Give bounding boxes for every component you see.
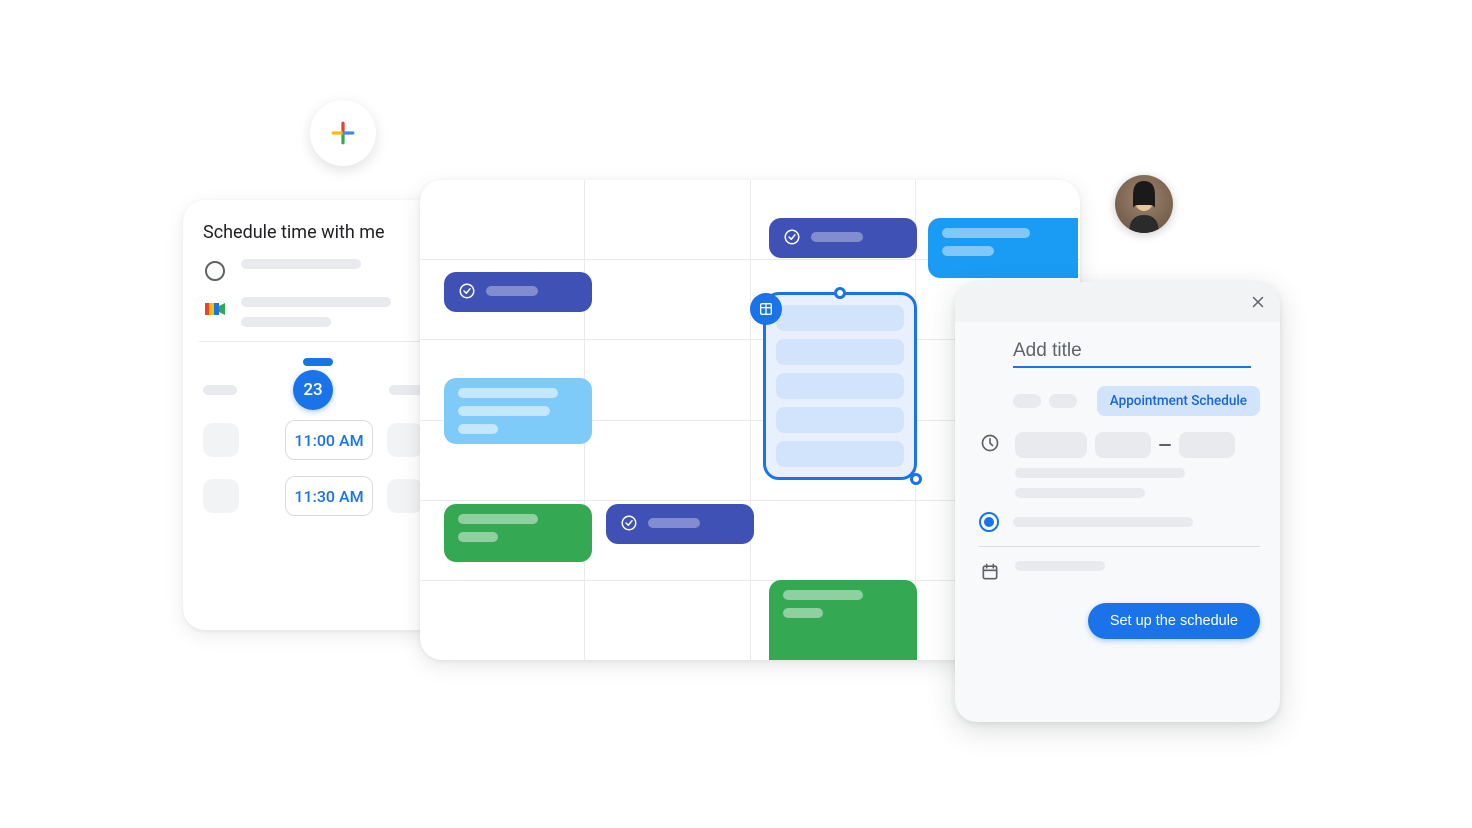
event-title-placeholder — [648, 518, 700, 528]
time-slot-button[interactable]: 11:30 AM — [285, 476, 373, 516]
calendar-event[interactable] — [928, 218, 1078, 278]
radio-option-row[interactable] — [979, 512, 1260, 532]
check-circle-icon — [783, 228, 801, 246]
appointment-slot[interactable] — [776, 305, 904, 331]
calendar-event[interactable] — [444, 378, 592, 444]
radio-selected-icon[interactable] — [979, 512, 999, 532]
moon-icon — [203, 259, 227, 283]
popover-header — [955, 282, 1280, 322]
user-avatar[interactable] — [1115, 175, 1173, 233]
event-title-placeholder — [458, 388, 558, 398]
meet-icon — [203, 297, 227, 321]
placeholder-line — [241, 259, 361, 269]
time-field-row — [979, 432, 1260, 498]
mini-calendar-tab — [303, 358, 333, 366]
calendar-event[interactable] — [769, 580, 917, 660]
event-title-placeholder — [458, 514, 538, 524]
placeholder-line — [1015, 468, 1185, 478]
appointment-grid-icon — [750, 293, 782, 325]
appointment-schedule-chip[interactable]: Appointment Schedule — [1097, 386, 1260, 416]
event-editor-popover: Appointment Schedule — [955, 282, 1280, 722]
resize-handle[interactable] — [910, 473, 922, 485]
booking-row-timezone — [203, 259, 423, 283]
create-button[interactable] — [310, 100, 376, 166]
calendar-event[interactable] — [606, 504, 754, 544]
booking-panel: Schedule time with me — [183, 200, 443, 630]
placeholder-line — [1015, 488, 1145, 498]
divider — [979, 546, 1260, 547]
appointment-slot[interactable] — [776, 339, 904, 365]
event-line-placeholder — [458, 406, 550, 416]
slot-placeholder — [203, 479, 239, 513]
event-title-placeholder — [942, 228, 1030, 238]
slot-placeholder — [203, 423, 239, 457]
clock-icon — [979, 432, 1001, 454]
placeholder-line — [1013, 517, 1193, 527]
type-option-placeholder[interactable] — [1049, 394, 1077, 408]
event-line-placeholder — [458, 424, 498, 434]
calendar-event[interactable] — [444, 272, 592, 312]
time-slot-row: 11:00 AM — [203, 420, 423, 460]
slot-placeholder — [387, 479, 423, 513]
appointment-slot[interactable] — [776, 373, 904, 399]
appointment-schedule-block[interactable] — [763, 292, 917, 480]
calendar-icon — [979, 561, 1001, 583]
calendar-event[interactable] — [769, 218, 917, 258]
check-circle-icon — [458, 282, 476, 300]
mini-day-placeholder — [203, 385, 237, 395]
time-slot-row: 11:30 AM — [203, 476, 423, 516]
calendar-event[interactable] — [444, 504, 592, 562]
schedule-field-row — [979, 561, 1260, 583]
title-input[interactable] — [1013, 340, 1251, 368]
plus-icon — [330, 120, 356, 146]
placeholder-line — [241, 317, 331, 327]
booking-title: Schedule time with me — [203, 222, 423, 243]
type-option-placeholder[interactable] — [1013, 394, 1041, 408]
selected-date[interactable]: 23 — [293, 370, 333, 410]
start-time-field[interactable] — [1095, 432, 1151, 458]
event-type-row: Appointment Schedule — [1013, 386, 1260, 416]
booking-row-meet — [203, 297, 423, 327]
event-line-placeholder — [783, 608, 823, 618]
divider — [199, 341, 427, 342]
event-title-placeholder — [811, 232, 863, 242]
close-icon — [1249, 293, 1267, 311]
setup-schedule-button[interactable]: Set up the schedule — [1088, 603, 1260, 639]
event-line-placeholder — [458, 532, 498, 542]
event-line-placeholder — [942, 246, 994, 256]
placeholder-line — [1015, 561, 1105, 571]
time-range-dash — [1159, 444, 1171, 446]
close-button[interactable] — [1246, 290, 1270, 314]
mini-calendar: 23 — [203, 358, 423, 404]
event-title-placeholder — [486, 286, 538, 296]
end-time-field[interactable] — [1179, 432, 1235, 458]
event-title-placeholder — [783, 590, 863, 600]
time-slot-button[interactable]: 11:00 AM — [285, 420, 373, 460]
mini-day-placeholder — [389, 385, 423, 395]
appointment-slot[interactable] — [776, 441, 904, 467]
resize-handle[interactable] — [834, 287, 846, 299]
placeholder-line — [241, 297, 391, 307]
slot-placeholder — [387, 423, 423, 457]
date-field[interactable] — [1015, 432, 1087, 458]
appointment-slot[interactable] — [776, 407, 904, 433]
check-circle-icon — [620, 514, 638, 532]
